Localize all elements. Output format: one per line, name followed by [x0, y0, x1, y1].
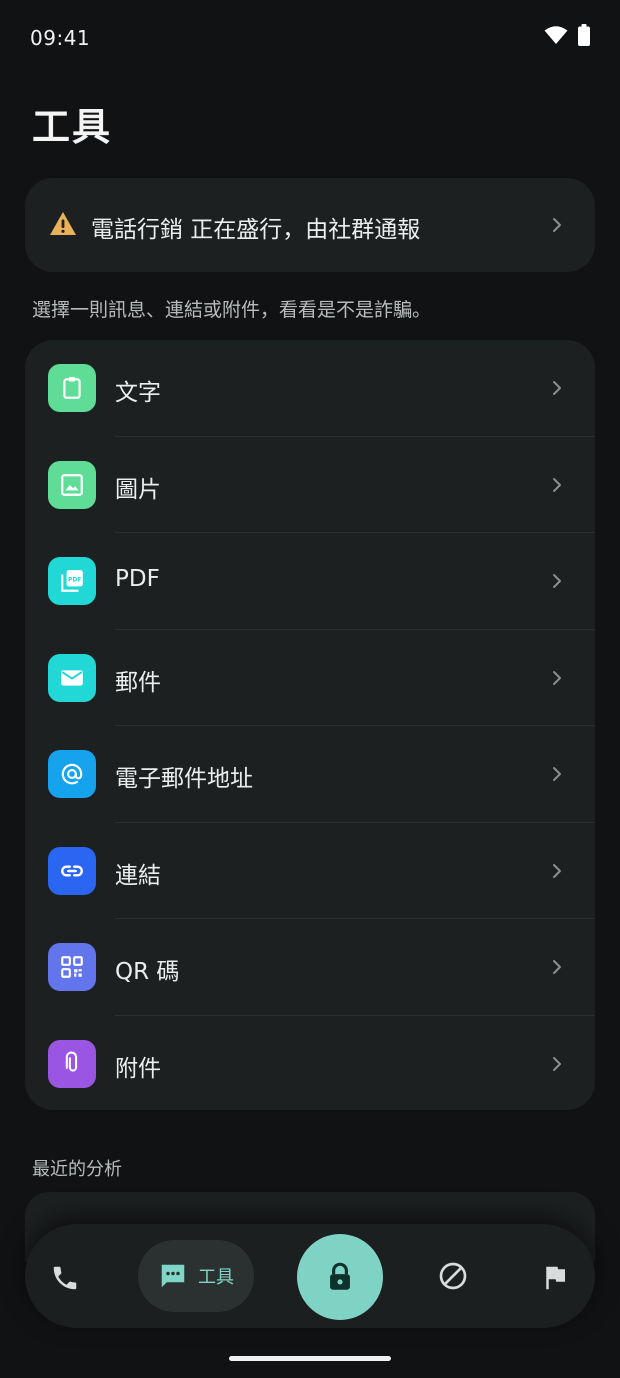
nav-block-button[interactable]	[435, 1258, 471, 1294]
tool-label: PDF	[115, 566, 160, 592]
qr-code-icon	[61, 956, 83, 978]
tool-icon-tile	[48, 653, 96, 702]
tool-label: 文字	[115, 380, 161, 406]
tool-label: 圖片	[115, 476, 161, 503]
tool-icon-tile	[48, 1039, 96, 1088]
phone-icon	[53, 1266, 77, 1290]
link-icon	[61, 864, 83, 877]
chevron-right-icon	[553, 670, 561, 685]
tool-icon-tile	[48, 364, 96, 412]
tool-row-attachment[interactable]: 附件	[25, 1016, 595, 1111]
tool-label: 連結	[115, 862, 161, 889]
tool-row-mail[interactable]: 郵件	[25, 630, 595, 726]
tool-row-image[interactable]: 圖片	[25, 437, 595, 533]
hint-text: 選擇一則訊息、連結或附件，看看是不是詐騙。	[32, 299, 432, 321]
chat-icon	[161, 1264, 185, 1288]
chevron-right-icon	[553, 863, 561, 878]
recent-analyses-title: 最近的分析	[32, 1159, 122, 1180]
status-icons	[544, 24, 590, 46]
svg-text:PDF: PDF	[68, 577, 81, 584]
tool-row-qr-code[interactable]: QR 碼	[25, 919, 595, 1016]
tool-row-text[interactable]: 文字	[25, 340, 595, 437]
tool-row-email-address[interactable]: 電子郵件地址	[25, 726, 595, 823]
paperclip-icon	[65, 1051, 78, 1072]
battery-icon	[578, 24, 590, 46]
tool-icon-tile	[48, 750, 96, 798]
nav-phone-button[interactable]	[47, 1260, 83, 1296]
chevron-right-icon	[553, 381, 561, 395]
tool-icon-tile	[48, 460, 96, 509]
chevron-right-icon	[553, 767, 561, 781]
status-bar: 09:41	[0, 0, 620, 76]
nav-flag-button[interactable]	[537, 1260, 573, 1296]
tools-list: 文字 圖片 PDF PDF 郵件 電子郵件地址 連結 QR 碼 附件	[25, 340, 595, 1110]
chevron-right-icon	[553, 1056, 561, 1071]
tool-row-pdf[interactable]: PDF PDF	[25, 533, 595, 630]
tool-icon-tile	[48, 846, 96, 895]
page-title: 工具	[32, 105, 113, 149]
pdf-icon: PDF	[61, 570, 83, 592]
chevron-right-icon	[553, 218, 561, 232]
nav-lock-button[interactable]	[297, 1234, 383, 1320]
lock-icon	[330, 1262, 350, 1290]
tool-label: QR 碼	[115, 959, 180, 985]
wifi-icon	[544, 26, 568, 44]
tool-icon-tile	[48, 943, 96, 991]
tool-row-link[interactable]: 連結	[25, 823, 595, 919]
tool-label: 電子郵件地址	[115, 766, 253, 792]
clipboard-icon	[63, 377, 81, 399]
image-icon	[61, 473, 83, 496]
flag-icon	[546, 1266, 565, 1290]
mail-icon	[61, 669, 83, 686]
tool-label: 郵件	[115, 669, 161, 696]
tool-icon-tile: PDF	[48, 557, 96, 605]
bottom-nav: 工具	[25, 1224, 595, 1328]
nav-tools-label: 工具	[198, 1267, 234, 1288]
at-icon	[61, 763, 83, 785]
community-alert-card[interactable]: 電話行銷 正在盛行，由社群通報	[25, 178, 595, 272]
home-indicator	[229, 1356, 391, 1361]
chevron-right-icon	[553, 477, 561, 492]
nav-tools-button[interactable]: 工具	[138, 1240, 254, 1312]
status-time: 09:41	[30, 26, 91, 50]
tool-label: 附件	[115, 1055, 161, 1082]
chevron-right-icon	[553, 574, 561, 588]
chevron-right-icon	[553, 960, 561, 974]
warning-icon	[50, 212, 76, 235]
block-icon	[439, 1262, 467, 1290]
alert-text: 電話行銷 正在盛行，由社群通報	[91, 217, 421, 243]
